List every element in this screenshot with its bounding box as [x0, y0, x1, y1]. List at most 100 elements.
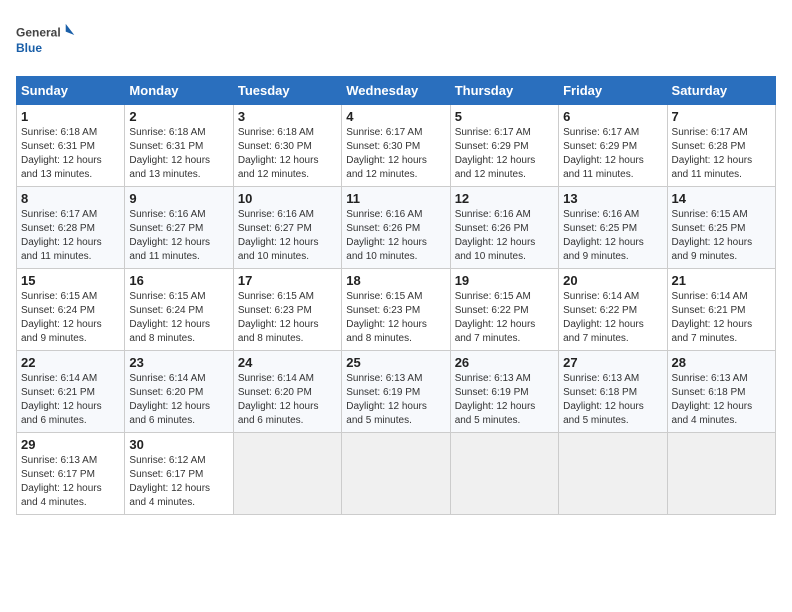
calendar-cell: 22 Sunrise: 6:14 AMSunset: 6:21 PMDayligh… [17, 351, 125, 433]
calendar-week-1: 1 Sunrise: 6:18 AMSunset: 6:31 PMDaylight… [17, 105, 776, 187]
calendar-cell: 2 Sunrise: 6:18 AMSunset: 6:31 PMDaylight… [125, 105, 233, 187]
calendar-cell [450, 433, 558, 515]
calendar-week-2: 8 Sunrise: 6:17 AMSunset: 6:28 PMDaylight… [17, 187, 776, 269]
calendar-cell: 28Sunrise: 6:13 AMSunset: 6:18 PMDayligh… [667, 351, 775, 433]
day-info: Sunrise: 6:14 AMSunset: 6:20 PMDaylight:… [129, 372, 228, 428]
day-number: 30 [129, 437, 228, 452]
day-number: 3 [238, 109, 337, 124]
logo: General Blue [16, 16, 76, 66]
day-number: 11 [346, 191, 445, 206]
calendar-cell: 15 Sunrise: 6:15 AMSunset: 6:24 PMDayligh… [17, 269, 125, 351]
calendar-cell: 3 Sunrise: 6:18 AMSunset: 6:30 PMDaylight… [233, 105, 341, 187]
day-info: Sunrise: 6:15 AMSunset: 6:24 PMDaylight:… [21, 290, 120, 346]
day-number: 18 [346, 273, 445, 288]
day-info: Sunrise: 6:15 AMSunset: 6:23 PMDaylight:… [238, 290, 337, 346]
day-number: 7 [672, 109, 771, 124]
day-info: Sunrise: 6:15 AMSunset: 6:22 PMDaylight:… [455, 290, 554, 346]
day-header-wednesday: Wednesday [342, 77, 450, 105]
calendar-cell: 30 Sunrise: 6:12 AMSunset: 6:17 PMDayligh… [125, 433, 233, 515]
day-info: Sunrise: 6:18 AMSunset: 6:30 PMDaylight:… [238, 126, 337, 182]
day-info: Sunrise: 6:14 AMSunset: 6:21 PMDaylight:… [672, 290, 771, 346]
calendar-cell: 1 Sunrise: 6:18 AMSunset: 6:31 PMDaylight… [17, 105, 125, 187]
header: General Blue [16, 16, 776, 66]
day-info: Sunrise: 6:14 AMSunset: 6:21 PMDaylight:… [21, 372, 120, 428]
day-number: 4 [346, 109, 445, 124]
calendar-cell: 24 Sunrise: 6:14 AMSunset: 6:20 PMDayligh… [233, 351, 341, 433]
calendar-cell: 27 Sunrise: 6:13 AMSunset: 6:18 PMDayligh… [559, 351, 667, 433]
calendar-header: SundayMondayTuesdayWednesdayThursdayFrid… [17, 77, 776, 105]
day-header-tuesday: Tuesday [233, 77, 341, 105]
day-info: Sunrise: 6:12 AMSunset: 6:17 PMDaylight:… [129, 454, 228, 510]
day-header-sunday: Sunday [17, 77, 125, 105]
calendar-cell: 11 Sunrise: 6:16 AMSunset: 6:26 PMDayligh… [342, 187, 450, 269]
calendar-table: SundayMondayTuesdayWednesdayThursdayFrid… [16, 76, 776, 515]
calendar-cell: 10Sunrise: 6:16 AMSunset: 6:27 PMDayligh… [233, 187, 341, 269]
calendar-cell [667, 433, 775, 515]
day-number: 16 [129, 273, 228, 288]
day-number: 26 [455, 355, 554, 370]
calendar-cell: 25Sunrise: 6:13 AMSunset: 6:19 PMDayligh… [342, 351, 450, 433]
calendar-cell: 21 Sunrise: 6:14 AMSunset: 6:21 PMDayligh… [667, 269, 775, 351]
calendar-week-4: 22 Sunrise: 6:14 AMSunset: 6:21 PMDayligh… [17, 351, 776, 433]
day-number: 8 [21, 191, 120, 206]
day-number: 19 [455, 273, 554, 288]
svg-text:Blue: Blue [16, 41, 42, 55]
day-number: 29 [21, 437, 120, 452]
calendar-cell [559, 433, 667, 515]
day-number: 13 [563, 191, 662, 206]
calendar-cell: 16 Sunrise: 6:15 AMSunset: 6:24 PMDayligh… [125, 269, 233, 351]
day-number: 5 [455, 109, 554, 124]
calendar-cell: 14 Sunrise: 6:15 AMSunset: 6:25 PMDayligh… [667, 187, 775, 269]
day-info: Sunrise: 6:16 AMSunset: 6:27 PMDaylight:… [238, 208, 337, 264]
day-info: Sunrise: 6:16 AMSunset: 6:26 PMDaylight:… [455, 208, 554, 264]
day-info: Sunrise: 6:16 AMSunset: 6:25 PMDaylight:… [563, 208, 662, 264]
calendar-cell: 26 Sunrise: 6:13 AMSunset: 6:19 PMDayligh… [450, 351, 558, 433]
day-info: Sunrise: 6:17 AMSunset: 6:29 PMDaylight:… [563, 126, 662, 182]
calendar-cell: 5 Sunrise: 6:17 AMSunset: 6:29 PMDaylight… [450, 105, 558, 187]
calendar-cell: 20Sunrise: 6:14 AMSunset: 6:22 PMDayligh… [559, 269, 667, 351]
day-number: 27 [563, 355, 662, 370]
svg-text:General: General [16, 26, 61, 40]
calendar-cell: 19 Sunrise: 6:15 AMSunset: 6:22 PMDayligh… [450, 269, 558, 351]
day-info: Sunrise: 6:13 AMSunset: 6:19 PMDaylight:… [455, 372, 554, 428]
day-number: 15 [21, 273, 120, 288]
day-info: Sunrise: 6:14 AMSunset: 6:20 PMDaylight:… [238, 372, 337, 428]
day-number: 23 [129, 355, 228, 370]
calendar-cell: 9 Sunrise: 6:16 AMSunset: 6:27 PMDaylight… [125, 187, 233, 269]
calendar-cell: 23 Sunrise: 6:14 AMSunset: 6:20 PMDayligh… [125, 351, 233, 433]
day-number: 24 [238, 355, 337, 370]
day-info: Sunrise: 6:17 AMSunset: 6:28 PMDaylight:… [21, 208, 120, 264]
day-info: Sunrise: 6:16 AMSunset: 6:27 PMDaylight:… [129, 208, 228, 264]
calendar-week-3: 15 Sunrise: 6:15 AMSunset: 6:24 PMDayligh… [17, 269, 776, 351]
day-info: Sunrise: 6:18 AMSunset: 6:31 PMDaylight:… [21, 126, 120, 182]
day-header-monday: Monday [125, 77, 233, 105]
day-info: Sunrise: 6:17 AMSunset: 6:28 PMDaylight:… [672, 126, 771, 182]
day-info: Sunrise: 6:17 AMSunset: 6:30 PMDaylight:… [346, 126, 445, 182]
day-header-thursday: Thursday [450, 77, 558, 105]
day-number: 21 [672, 273, 771, 288]
day-info: Sunrise: 6:18 AMSunset: 6:31 PMDaylight:… [129, 126, 228, 182]
day-info: Sunrise: 6:13 AMSunset: 6:18 PMDaylight:… [563, 372, 662, 428]
calendar-cell [233, 433, 341, 515]
day-info: Sunrise: 6:15 AMSunset: 6:24 PMDaylight:… [129, 290, 228, 346]
calendar-week-5: 29Sunrise: 6:13 AMSunset: 6:17 PMDayligh… [17, 433, 776, 515]
day-number: 9 [129, 191, 228, 206]
day-number: 6 [563, 109, 662, 124]
calendar-cell: 29Sunrise: 6:13 AMSunset: 6:17 PMDayligh… [17, 433, 125, 515]
calendar-cell: 12 Sunrise: 6:16 AMSunset: 6:26 PMDayligh… [450, 187, 558, 269]
day-info: Sunrise: 6:17 AMSunset: 6:29 PMDaylight:… [455, 126, 554, 182]
day-number: 1 [21, 109, 120, 124]
calendar-cell: 6 Sunrise: 6:17 AMSunset: 6:29 PMDaylight… [559, 105, 667, 187]
calendar-body: 1 Sunrise: 6:18 AMSunset: 6:31 PMDaylight… [17, 105, 776, 515]
day-number: 12 [455, 191, 554, 206]
day-info: Sunrise: 6:16 AMSunset: 6:26 PMDaylight:… [346, 208, 445, 264]
day-number: 22 [21, 355, 120, 370]
day-number: 2 [129, 109, 228, 124]
calendar-cell: 8 Sunrise: 6:17 AMSunset: 6:28 PMDaylight… [17, 187, 125, 269]
day-info: Sunrise: 6:14 AMSunset: 6:22 PMDaylight:… [563, 290, 662, 346]
day-number: 17 [238, 273, 337, 288]
day-number: 25 [346, 355, 445, 370]
day-header-friday: Friday [559, 77, 667, 105]
day-number: 14 [672, 191, 771, 206]
day-info: Sunrise: 6:15 AMSunset: 6:25 PMDaylight:… [672, 208, 771, 264]
